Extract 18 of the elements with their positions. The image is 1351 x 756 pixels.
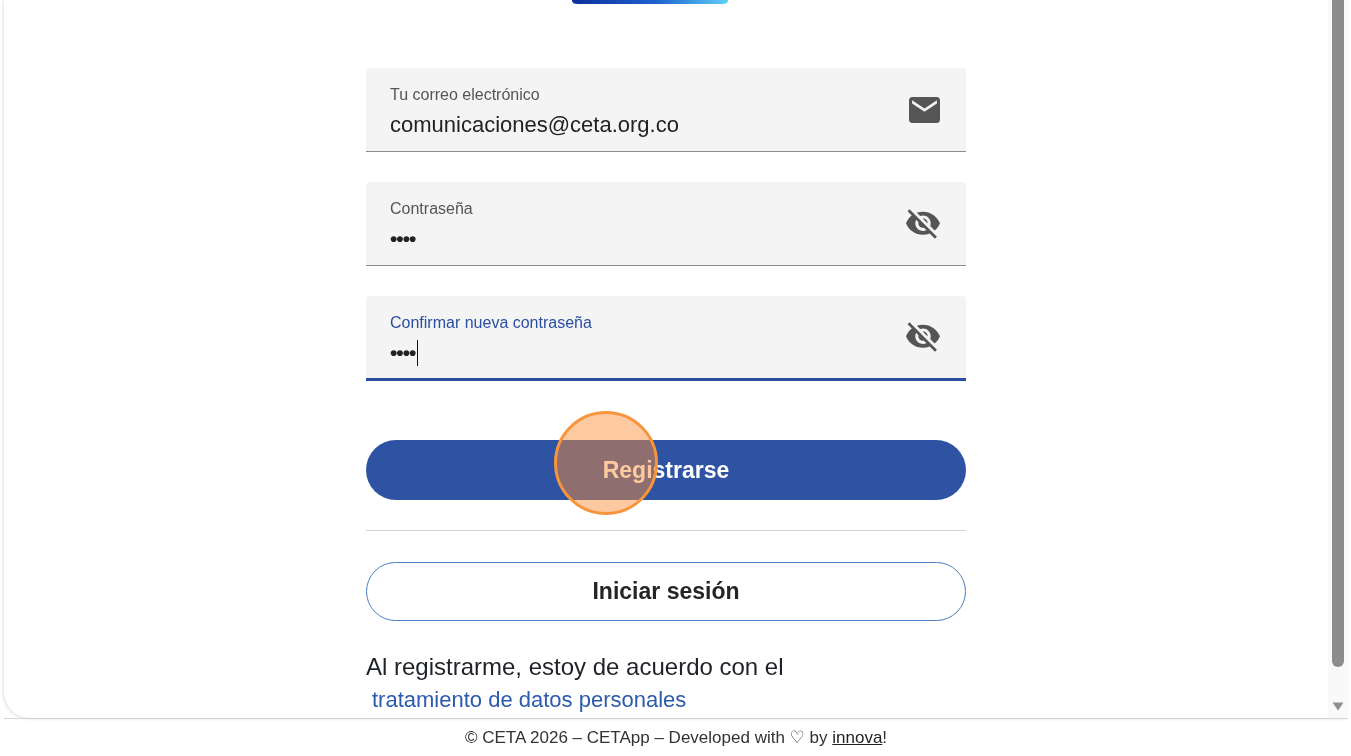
scroll-down-icon[interactable] xyxy=(1332,702,1344,711)
eye-slash-icon[interactable] xyxy=(906,322,940,352)
password-field[interactable]: Contraseña •••• xyxy=(366,182,966,266)
footer-link[interactable]: innova xyxy=(832,728,883,747)
login-button[interactable]: Iniciar sesión xyxy=(366,562,966,621)
field-label: Confirmar nueva contraseña xyxy=(390,313,592,333)
password-field[interactable]: Confirmar nueva contraseña •••• xyxy=(366,296,966,381)
email-field[interactable]: Tu correo electrónico comunicaciones@ceta.org.co xyxy=(366,68,966,152)
footer-text: © CETA 2026 – CETApp – Developed with ♡ by innova! xyxy=(464,727,888,748)
privacy-policy-link[interactable]: tratamiento de datos personales xyxy=(366,687,687,712)
field-label: Contraseña xyxy=(390,199,473,219)
consent-text: Al registrarme, estoy de acuerdo con el tratamiento de datos personales xyxy=(366,652,785,714)
mail-icon xyxy=(909,96,940,123)
logo-icon xyxy=(572,0,728,4)
scrollbar[interactable] xyxy=(1328,0,1348,718)
text-cursor-icon xyxy=(417,340,419,366)
field-label: Tu correo electrónico xyxy=(390,85,540,105)
eye-slash-icon[interactable] xyxy=(906,208,940,239)
